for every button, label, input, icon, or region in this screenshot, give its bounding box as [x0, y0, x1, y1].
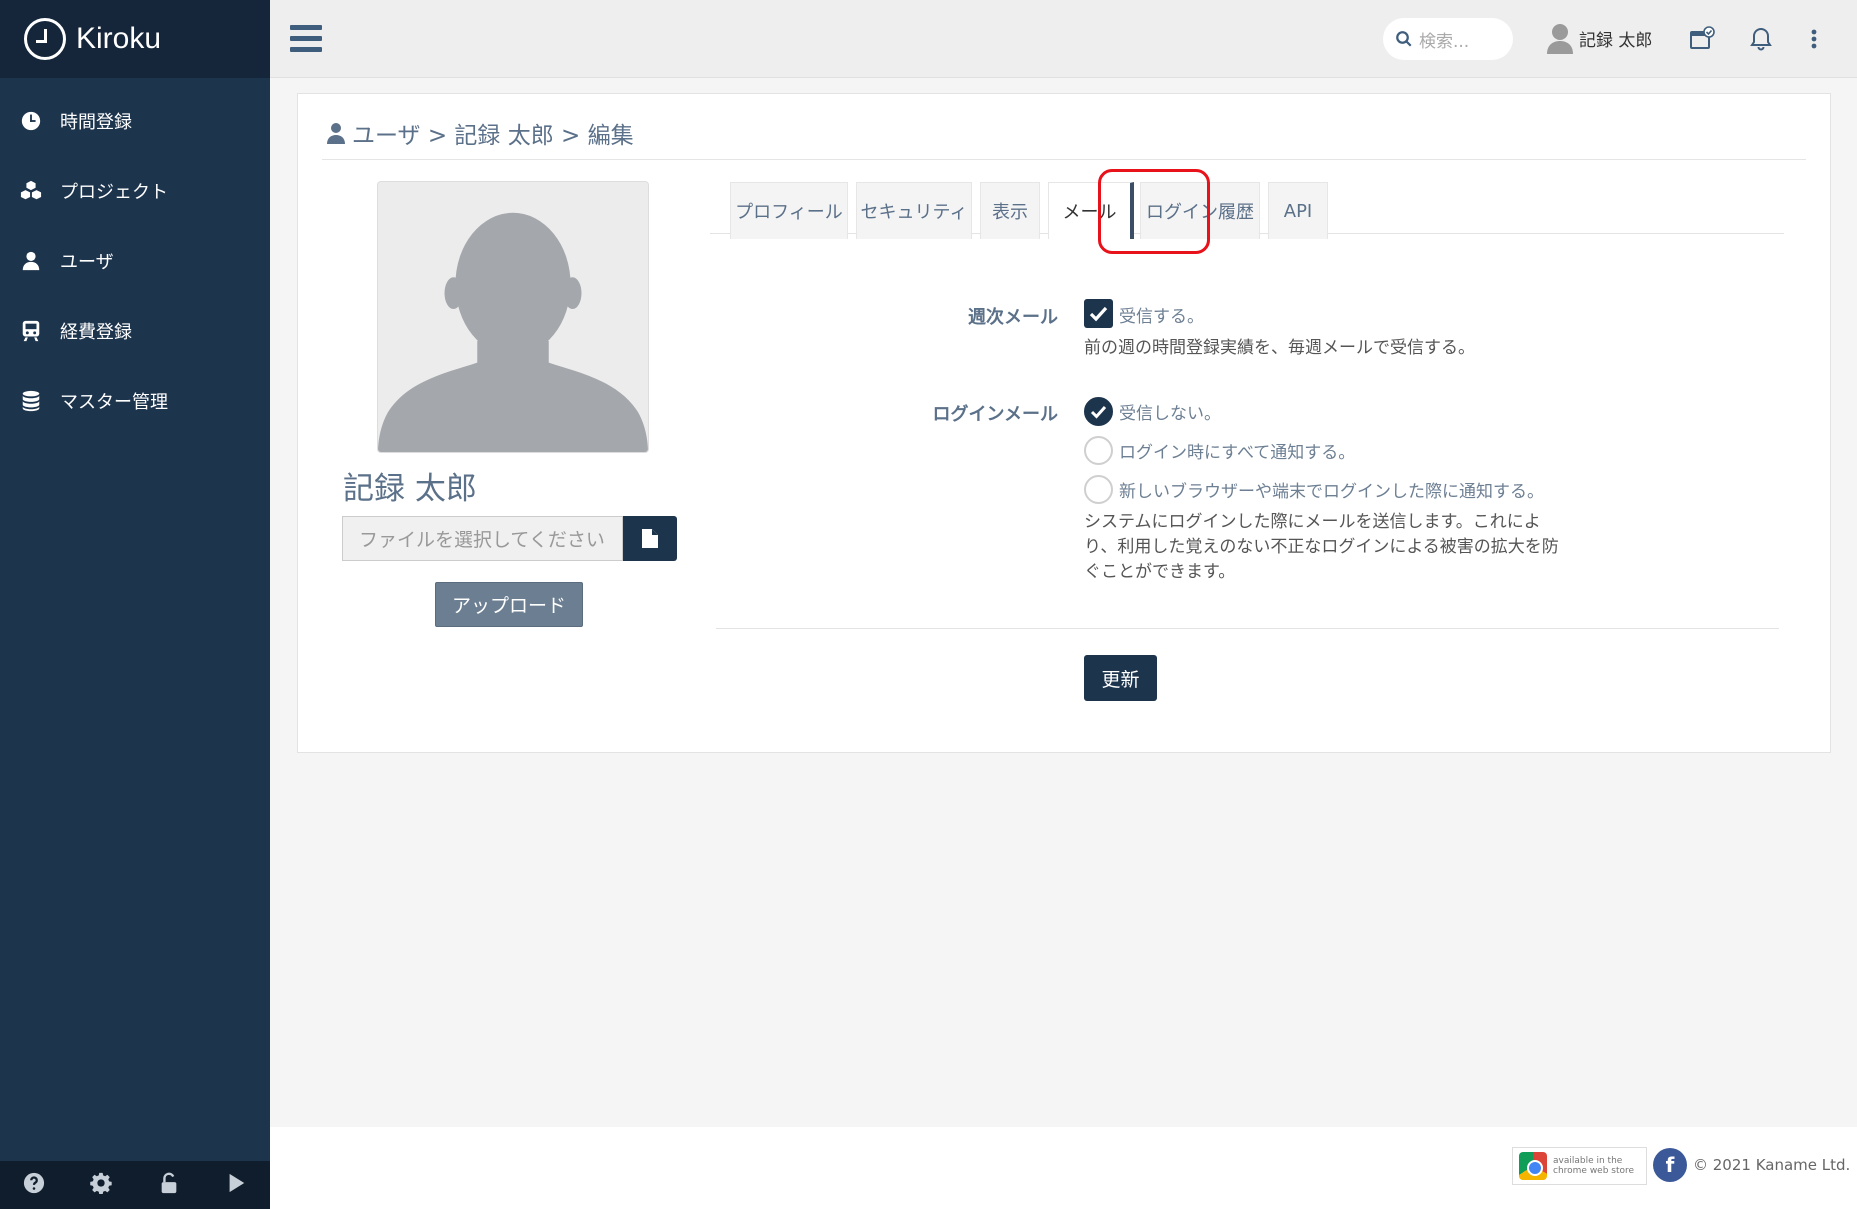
login-mail-label: ログインメール: [932, 404, 1058, 425]
user-name: 記録 太郎: [1579, 30, 1653, 51]
clock-icon: [20, 110, 60, 132]
facebook-icon[interactable]: f: [1653, 1148, 1687, 1182]
check-icon: [1089, 306, 1108, 322]
store-badge-line: chrome web store: [1553, 1166, 1635, 1176]
database-icon: [20, 390, 60, 412]
sidebar: Kiroku 時間登録 プロジェクト ユーザ 経費登録 マスター管理: [0, 0, 270, 1209]
login-mail-radio-new-device[interactable]: [1084, 475, 1113, 504]
chrome-store-icon: [1519, 1152, 1547, 1180]
sidebar-item-users[interactable]: ユーザ: [0, 226, 270, 296]
file-browse-button[interactable]: [623, 516, 677, 561]
store-badge-line: available in the: [1553, 1156, 1623, 1166]
brand-name: Kiroku: [76, 22, 162, 55]
copyright: © 2021 Kaname Ltd.: [1693, 1156, 1851, 1174]
cubes-icon: [20, 180, 60, 202]
login-mail-radio-none[interactable]: [1084, 397, 1113, 426]
sidebar-item-time[interactable]: 時間登録: [0, 86, 270, 156]
user-icon: [20, 250, 60, 272]
more-vertical-icon[interactable]: [1809, 26, 1819, 52]
calendar-check-icon[interactable]: [1689, 26, 1715, 52]
search-input[interactable]: 検索...: [1383, 18, 1513, 60]
login-mail-help-line: ぐことができます。: [1084, 562, 1236, 582]
tab-security[interactable]: セキュリティ: [856, 182, 972, 239]
profile-name: 記録 太郎: [343, 471, 477, 507]
weekly-mail-checkbox[interactable]: [1084, 299, 1113, 328]
check-icon: [1090, 405, 1107, 419]
sidebar-item-label: プロジェクト: [60, 182, 168, 203]
footer: available in the chrome web store f © 20…: [270, 1127, 1857, 1209]
unlock-icon[interactable]: [158, 1172, 180, 1198]
tab-profile[interactable]: プロフィール: [730, 182, 848, 239]
sidebar-item-expense[interactable]: 経費登録: [0, 296, 270, 366]
chrome-web-store-badge[interactable]: available in the chrome web store: [1512, 1147, 1647, 1185]
tab-api[interactable]: API: [1268, 182, 1328, 239]
sidebar-footer: [0, 1161, 270, 1209]
sidebar-item-master[interactable]: マスター管理: [0, 366, 270, 436]
divider: [322, 159, 1806, 160]
login-mail-help-line: システムにログインした際にメールを送信します。これによ: [1084, 512, 1541, 532]
breadcrumb: ユーザ > 記録 太郎 > 編集: [326, 116, 634, 150]
update-button[interactable]: 更新: [1084, 655, 1157, 701]
search-placeholder: 検索...: [1419, 31, 1470, 52]
login-mail-option-label: ログイン時にすべて通知する。: [1119, 443, 1356, 463]
search-icon: [1396, 31, 1412, 47]
upload-button[interactable]: アップロード: [435, 582, 583, 627]
user-menu[interactable]: 記録 太郎: [1546, 22, 1652, 54]
weekly-mail-label: 週次メール: [968, 307, 1058, 328]
user-avatar-icon: [1547, 24, 1573, 54]
clock-logo-icon: [24, 18, 66, 60]
login-mail-option-label: 受信しない。: [1119, 404, 1221, 424]
avatar: [377, 181, 649, 453]
menu-icon[interactable]: [290, 25, 322, 53]
sidebar-item-label: マスター管理: [60, 392, 168, 413]
sidebar-item-project[interactable]: プロジェクト: [0, 156, 270, 226]
sidebar-item-label: 経費登録: [60, 322, 132, 343]
sidebar-item-label: 時間登録: [60, 112, 132, 133]
login-mail-help: システムにログインした際にメールを送信します。これによ り、利用した覚えのない不…: [1084, 510, 1559, 585]
user-edit-card: ユーザ > 記録 太郎 > 編集 記録 太郎 ファイルを選択してください アップ…: [297, 93, 1831, 753]
login-mail-help-line: り、利用した覚えのない不正なログインによる被害の拡大を防: [1084, 537, 1559, 557]
weekly-mail-help: 前の週の時間登録実績を、毎週メールで受信する。: [1084, 338, 1475, 358]
gear-icon[interactable]: [90, 1172, 112, 1198]
login-mail-option-label: 新しいブラウザーや端末でログインした際に通知する。: [1119, 482, 1544, 502]
tab-display[interactable]: 表示: [980, 182, 1040, 239]
active-tab-highlight: [1098, 169, 1210, 254]
login-mail-radio-all[interactable]: [1084, 436, 1113, 465]
play-icon[interactable]: [225, 1172, 247, 1198]
weekly-mail-option-label: 受信する。: [1119, 307, 1204, 327]
bell-icon[interactable]: [1748, 26, 1774, 52]
file-icon: [642, 529, 658, 548]
help-icon[interactable]: [23, 1172, 45, 1198]
sidebar-nav: 時間登録 プロジェクト ユーザ 経費登録 マスター管理: [0, 78, 270, 436]
topbar: 検索... 記録 太郎: [270, 0, 1857, 78]
user-icon: [327, 123, 345, 144]
brand[interactable]: Kiroku: [0, 0, 270, 78]
train-icon: [20, 320, 60, 342]
divider: [716, 628, 1779, 629]
breadcrumb-text: ユーザ > 記録 太郎 > 編集: [352, 123, 634, 149]
sidebar-item-label: ユーザ: [60, 252, 114, 273]
file-input[interactable]: ファイルを選択してください: [342, 516, 623, 561]
tab-bar: プロフィール セキュリティ 表示 メール ログイン履歴 API: [710, 182, 1784, 239]
store-badge-text: available in the chrome web store: [1553, 1156, 1634, 1176]
